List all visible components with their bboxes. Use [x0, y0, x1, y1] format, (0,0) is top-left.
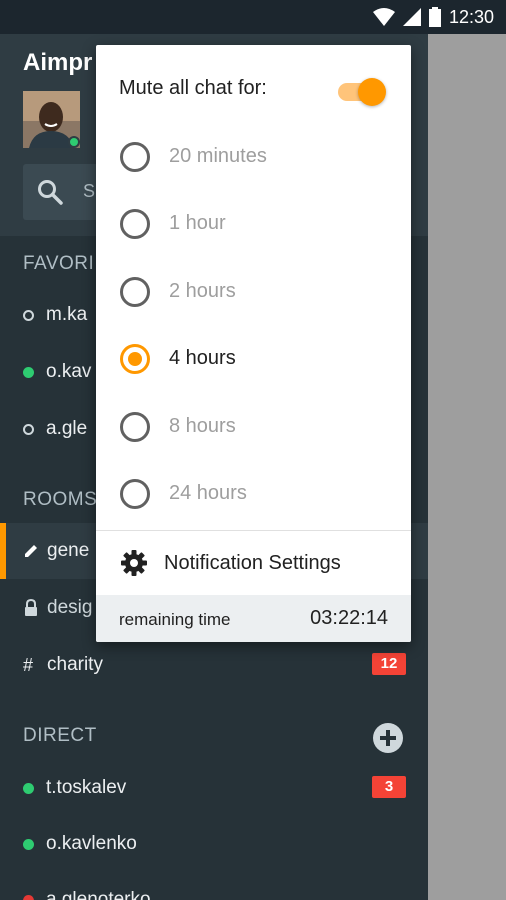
lock-icon: [23, 599, 41, 617]
avatar[interactable]: [23, 91, 80, 148]
mute-option-label: 2 hours: [169, 280, 236, 302]
app-title: Aimpr: [23, 49, 93, 76]
mute-option[interactable]: 1 hour: [96, 192, 411, 256]
direct-item-label: a.glenoterko: [46, 889, 151, 900]
status-time: 12:30: [448, 6, 494, 27]
toggle-thumb: [358, 78, 386, 106]
hash-icon: #: [23, 654, 34, 675]
mute-option[interactable]: 4 hours: [96, 327, 411, 391]
room-item-label: desig: [47, 597, 93, 618]
mute-option-label: 24 hours: [169, 482, 247, 504]
add-direct-button[interactable]: [373, 723, 403, 753]
direct-item[interactable]: a.glenoterko: [0, 872, 428, 900]
direct-item[interactable]: t.toskalev 3: [0, 760, 428, 816]
offline-status-icon: [23, 309, 34, 321]
remaining-time-bar: remaining time 03:22:14: [96, 595, 411, 642]
mute-option-label: 20 minutes: [169, 145, 267, 167]
wifi-icon: [372, 8, 395, 26]
pencil-icon: [23, 543, 41, 559]
remaining-time-label: remaining time: [119, 610, 231, 629]
mute-option[interactable]: 2 hours: [96, 260, 411, 324]
avatar-online-indicator: [68, 136, 80, 148]
favorite-item-label: m.ka: [46, 304, 88, 325]
radio-button[interactable]: [120, 142, 150, 172]
busy-status-icon: [23, 894, 34, 900]
radio-button[interactable]: [120, 479, 150, 509]
section-rooms: ROOMS: [23, 489, 98, 510]
online-status-icon: [23, 782, 34, 794]
search-placeholder: S: [83, 181, 96, 201]
direct-item-label: t.toskalev: [46, 777, 127, 798]
offline-status-icon: [23, 423, 34, 435]
mute-chat-popup: Mute all chat for: 20 minutes 1 hour 2 h…: [96, 45, 411, 642]
direct-item-label: o.kavlenko: [46, 833, 137, 854]
favorite-item-label: a.gle: [46, 418, 88, 439]
section-direct: DIRECT: [23, 725, 97, 746]
room-item-label: charity: [47, 654, 103, 675]
mute-toggle[interactable]: [336, 78, 390, 106]
notification-settings-label: Notification Settings: [164, 552, 341, 574]
direct-item[interactable]: o.kavlenko: [0, 816, 428, 872]
search-icon: [37, 179, 63, 210]
unread-badge: 12: [372, 653, 406, 675]
remaining-time-value: 03:22:14: [310, 607, 388, 629]
gear-icon: [120, 549, 148, 582]
mute-option-label: 8 hours: [169, 415, 236, 437]
radio-button[interactable]: [120, 412, 150, 442]
unread-badge: 3: [372, 776, 406, 798]
online-status-icon: [23, 838, 34, 850]
mute-option-label: 4 hours: [169, 347, 236, 369]
radio-button[interactable]: [120, 277, 150, 307]
mute-title: Mute all chat for:: [119, 77, 267, 99]
notification-settings-button[interactable]: Notification Settings: [96, 531, 411, 595]
online-status-icon: [23, 366, 34, 378]
radio-button-selected[interactable]: [120, 344, 150, 374]
status-bar: 12:30: [0, 0, 506, 34]
mute-option-label: 1 hour: [169, 212, 226, 234]
mute-option[interactable]: 20 minutes: [96, 125, 411, 189]
mute-option[interactable]: 24 hours: [96, 462, 411, 526]
section-favorites: FAVORI: [23, 253, 95, 274]
room-item[interactable]: # charity 12: [0, 637, 428, 693]
plus-icon: [380, 730, 396, 746]
radio-button[interactable]: [120, 209, 150, 239]
signal-icon: [402, 8, 421, 26]
room-item-label: gene: [47, 540, 90, 561]
favorite-item-label: o.kav: [46, 361, 92, 382]
battery-icon: [428, 7, 441, 27]
mute-option[interactable]: 8 hours: [96, 395, 411, 459]
